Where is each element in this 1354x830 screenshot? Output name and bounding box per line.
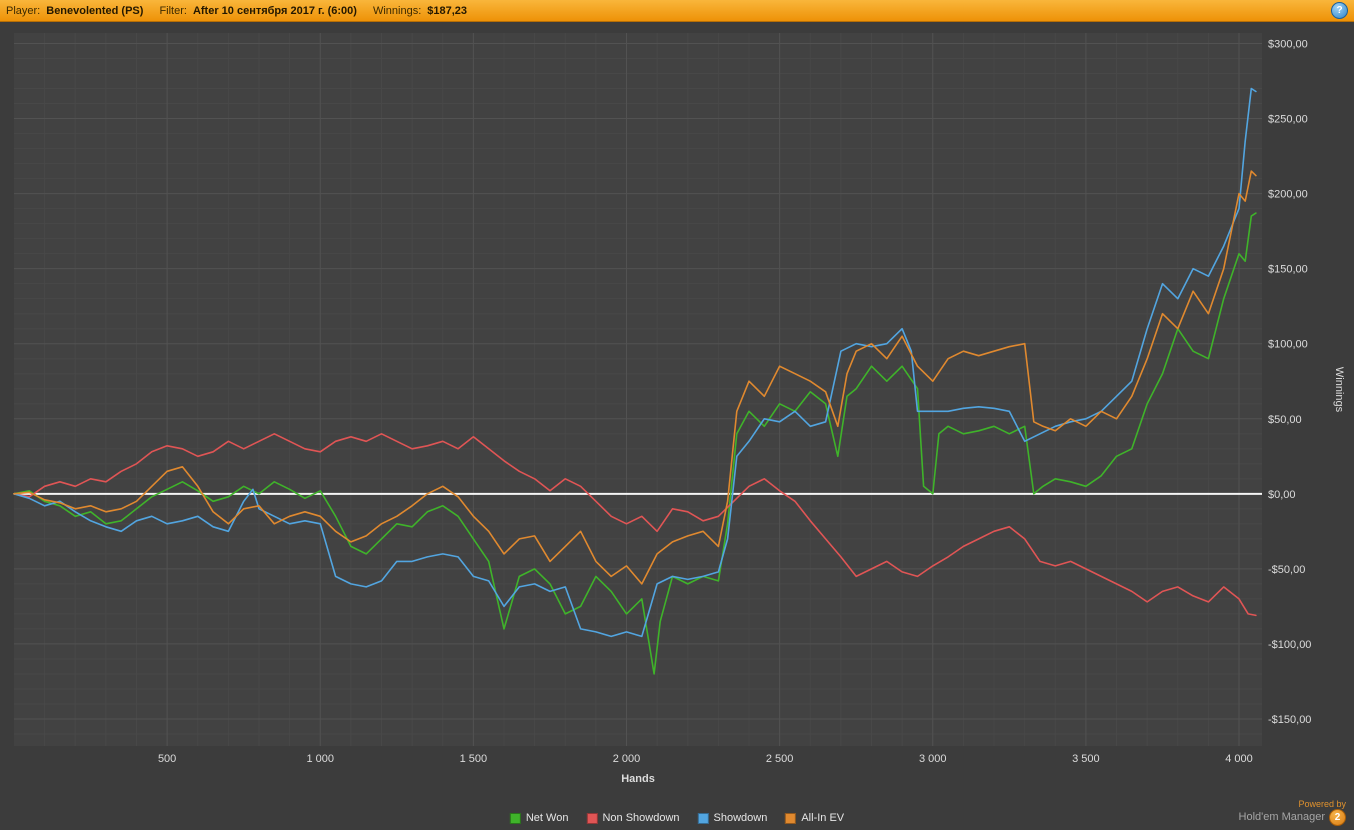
chart-legend: Net Won Non Showdown Showdown All-In EV — [510, 812, 844, 824]
y-tick-label: $50,00 — [1268, 414, 1302, 426]
legend-label-showdown: Showdown — [714, 812, 768, 824]
filter-value: After 10 сентября 2017 г. (6:00) — [193, 5, 357, 17]
legend-item-all-in-ev[interactable]: All-In EV — [785, 812, 844, 824]
legend-swatch-showdown — [698, 813, 709, 824]
plot-area — [14, 33, 1262, 746]
x-tick-label: 500 — [158, 753, 176, 765]
player-label: Player: — [6, 5, 40, 17]
y-tick-label: $300,00 — [1268, 39, 1308, 51]
y-tick-label: -$150,00 — [1268, 714, 1311, 726]
title-bar: Player: Benevolented (PS) Filter: After … — [0, 0, 1354, 22]
legend-label-net-won: Net Won — [526, 812, 569, 824]
brand-badge-icon: 2 — [1329, 809, 1346, 826]
y-tick-label: $150,00 — [1268, 264, 1308, 276]
legend-swatch-all-in-ev — [785, 813, 796, 824]
x-tick-label: 3 500 — [1072, 753, 1100, 765]
y-tick-label: $200,00 — [1268, 189, 1308, 201]
y-tick-label: $100,00 — [1268, 339, 1308, 351]
x-axis-tick-labels: 500 1 000 1 500 2 000 2 500 3 000 3 500 4 000 — [158, 753, 1253, 765]
y-axis-tick-labels: $300,00 $250,00 $200,00 $150,00 $100,00 $50,0… — [1268, 39, 1311, 726]
powered-by: Powered by Hold'em Manager 2 — [1239, 799, 1346, 826]
legend-swatch-net-won — [510, 813, 521, 824]
x-axis-title: Hands — [621, 773, 655, 785]
powered-by-label: Powered by — [1239, 799, 1346, 809]
legend-label-non-showdown: Non Showdown — [602, 812, 679, 824]
y-tick-label: -$50,00 — [1268, 564, 1305, 576]
winnings-chart: $300,00 $250,00 $200,00 $150,00 $100,00 $50,0… — [0, 22, 1354, 830]
filter-label: Filter: — [159, 5, 187, 17]
x-tick-label: 1 000 — [306, 753, 334, 765]
x-tick-label: 2 500 — [766, 753, 794, 765]
y-tick-label: $250,00 — [1268, 114, 1308, 126]
legend-item-net-won[interactable]: Net Won — [510, 812, 569, 824]
winnings-label: Winnings: — [373, 5, 421, 17]
x-tick-label: 1 500 — [460, 753, 488, 765]
x-tick-label: 2 000 — [613, 753, 641, 765]
help-icon[interactable]: ? — [1331, 2, 1348, 19]
y-tick-label: -$100,00 — [1268, 639, 1311, 651]
x-tick-label: 3 000 — [919, 753, 947, 765]
y-axis-title: Winnings — [1333, 367, 1345, 413]
hm2-graph-window: { "header": { "player_label": "Player:",… — [0, 0, 1354, 830]
player-value: Benevolented (PS) — [46, 5, 143, 17]
legend-label-all-in-ev: All-In EV — [801, 812, 844, 824]
legend-item-showdown[interactable]: Showdown — [698, 812, 768, 824]
winnings-value: $187,23 — [427, 5, 467, 17]
y-tick-label: $0,00 — [1268, 489, 1296, 501]
x-tick-label: 4 000 — [1225, 753, 1253, 765]
winnings-graph-panel: $300,00 $250,00 $200,00 $150,00 $100,00 $50,0… — [0, 22, 1354, 830]
legend-swatch-non-showdown — [586, 813, 597, 824]
legend-item-non-showdown[interactable]: Non Showdown — [586, 812, 679, 824]
brand-name: Hold'em Manager — [1239, 811, 1325, 824]
